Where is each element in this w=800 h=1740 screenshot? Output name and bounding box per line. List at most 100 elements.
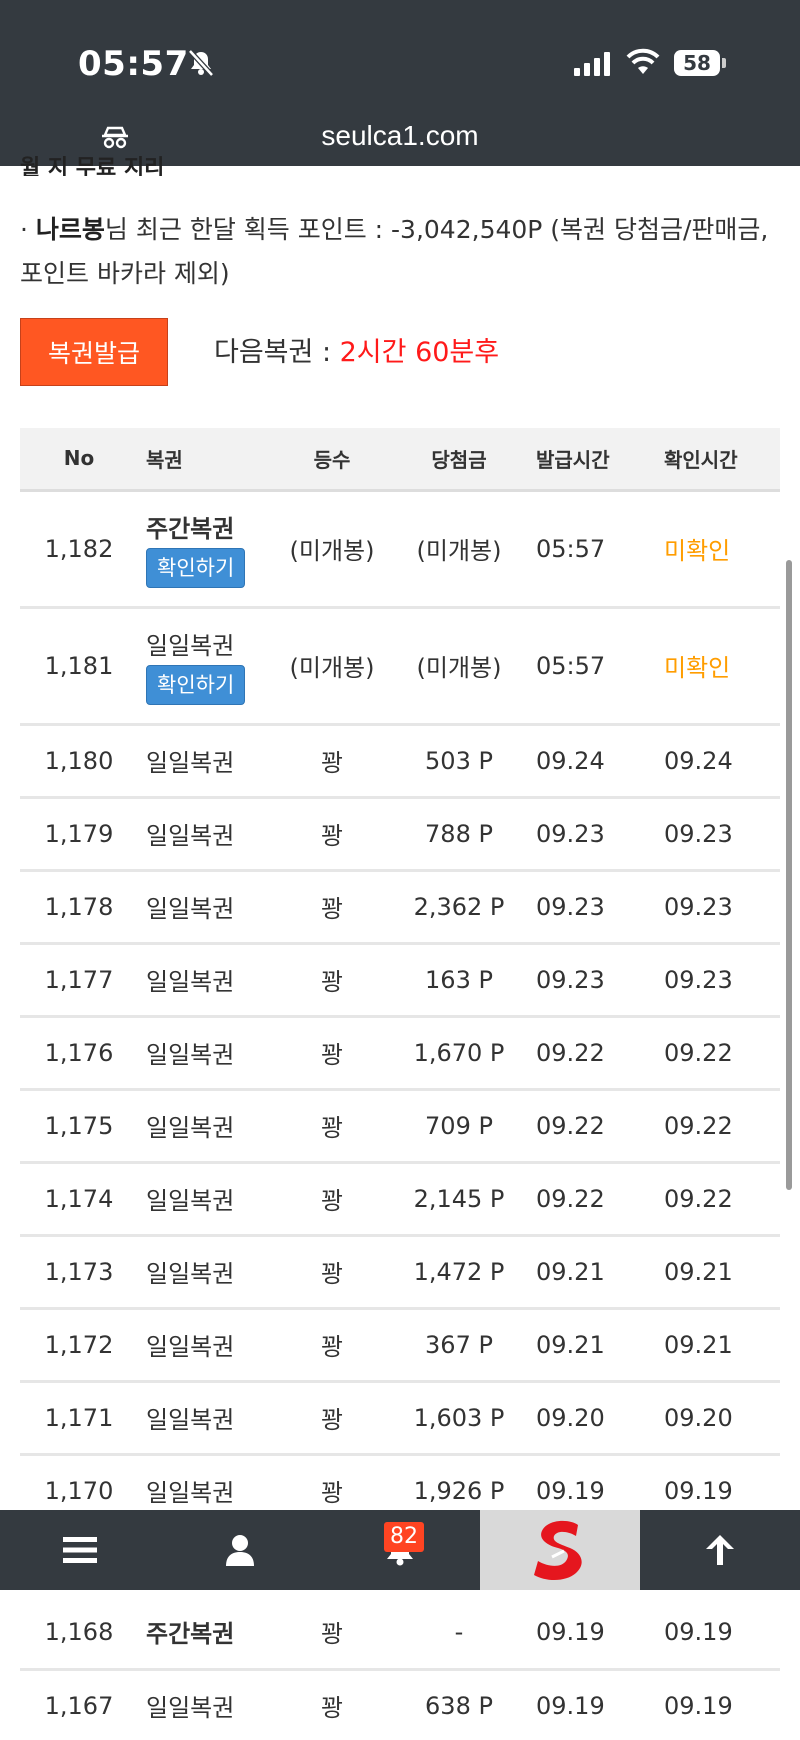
battery-indicator: 58 bbox=[674, 50, 720, 76]
table-row: 1,171 일일복권 꽝 1,603 P 09.20 09.20 bbox=[20, 1381, 780, 1456]
header-type: 복권 bbox=[138, 428, 266, 492]
cell-type: 일일복권 bbox=[138, 870, 266, 945]
next-lottery-label: 다음복권 : bbox=[214, 337, 340, 368]
cell-checked: 09.23 bbox=[646, 797, 780, 872]
cell-rank: 꽝 bbox=[266, 724, 398, 799]
cell-signal-icon bbox=[574, 52, 610, 76]
cell-no: 1,180 bbox=[20, 724, 138, 799]
cell-prize: 788 P bbox=[398, 797, 520, 872]
cell-no: 1,173 bbox=[20, 1235, 138, 1310]
cell-prize: 2,362 P bbox=[398, 870, 520, 945]
cell-type: 일일복권 bbox=[138, 1308, 266, 1383]
cell-issued: 09.21 bbox=[520, 1235, 646, 1310]
arrow-up-icon bbox=[706, 1535, 734, 1565]
next-lottery-countdown: 2시간 60분후 bbox=[339, 337, 500, 368]
cell-issued: 09.22 bbox=[520, 1016, 646, 1091]
cell-no: 1,171 bbox=[20, 1381, 138, 1456]
scroll-top-button[interactable] bbox=[640, 1510, 800, 1590]
cell-prize: 638 P bbox=[398, 1669, 520, 1740]
cell-checked: 09.21 bbox=[646, 1235, 780, 1310]
cell-no: 1,177 bbox=[20, 943, 138, 1018]
cell-type: 주간복권 bbox=[138, 1596, 266, 1671]
table-row: 1,182 주간복권 확인하기 (미개봉) (미개봉) 05:57 미확인 bbox=[20, 490, 780, 609]
table-row: 1,168 주간복권 꽝 - 09.19 09.19 bbox=[20, 1596, 780, 1671]
cell-type: 일일복권 bbox=[138, 1089, 266, 1164]
site-logo-icon bbox=[534, 1520, 582, 1581]
cell-no: 1,175 bbox=[20, 1089, 138, 1164]
cell-issued: 09.19 bbox=[520, 1669, 646, 1740]
check-button[interactable]: 확인하기 bbox=[146, 548, 246, 588]
cell-issued: 09.23 bbox=[520, 797, 646, 872]
header-no: No bbox=[20, 428, 138, 492]
cell-checked: 09.23 bbox=[646, 943, 780, 1018]
points-username: 나르봉 bbox=[35, 215, 105, 244]
next-lottery-info: 다음복권 : 2시간 60분후 bbox=[214, 330, 499, 369]
user-button[interactable] bbox=[160, 1510, 320, 1590]
header-rank: 등수 bbox=[266, 428, 398, 492]
cell-issued: 09.19 bbox=[520, 1596, 646, 1671]
cell-rank: 꽝 bbox=[266, 1381, 398, 1456]
cell-rank: 꽝 bbox=[266, 1308, 398, 1383]
cell-no: 1,174 bbox=[20, 1162, 138, 1237]
cell-issued: 09.20 bbox=[520, 1381, 646, 1456]
issue-lottery-button[interactable]: 복권발급 bbox=[20, 318, 168, 386]
lottery-table-continued: 1,168 주간복권 꽝 - 09.19 09.19 1,167 일일복권 꽝 … bbox=[20, 1596, 780, 1740]
bottom-nav: 82 bbox=[0, 1510, 800, 1590]
notification-badge: 82 bbox=[384, 1522, 424, 1552]
header-checked: 확인시간 bbox=[646, 428, 780, 492]
cell-issued: 09.21 bbox=[520, 1308, 646, 1383]
cell-type: 일일복권 bbox=[138, 1235, 266, 1310]
cell-type: 일일복권 bbox=[138, 1162, 266, 1237]
cell-rank: 꽝 bbox=[266, 1235, 398, 1310]
check-button[interactable]: 확인하기 bbox=[146, 665, 246, 705]
cell-checked: 미확인 bbox=[646, 607, 780, 726]
table-row: 1,180 일일복권 꽝 503 P 09.24 09.24 bbox=[20, 724, 780, 799]
cell-rank: 꽝 bbox=[266, 1162, 398, 1237]
cell-checked: 09.19 bbox=[646, 1596, 780, 1671]
cell-no: 1,181 bbox=[20, 607, 138, 726]
cell-type: 일일복권 bbox=[138, 724, 266, 799]
cell-rank: 꽝 bbox=[266, 1669, 398, 1740]
cell-rank: (미개봉) bbox=[266, 607, 398, 726]
cell-prize: (미개봉) bbox=[398, 607, 520, 726]
cell-issued: 09.24 bbox=[520, 724, 646, 799]
table-row: 1,178 일일복권 꽝 2,362 P 09.23 09.23 bbox=[20, 870, 780, 945]
table-row: 1,175 일일복권 꽝 709 P 09.22 09.22 bbox=[20, 1089, 780, 1164]
table-header-row: No 복권 등수 당첨금 발급시간 확인시간 bbox=[20, 428, 780, 492]
cell-no: 1,176 bbox=[20, 1016, 138, 1091]
notification-button[interactable]: 82 bbox=[320, 1510, 480, 1590]
cell-prize: 1,472 P bbox=[398, 1235, 520, 1310]
truncated-heading: 월 지 무료 지리 bbox=[20, 156, 165, 176]
cell-checked: 09.23 bbox=[646, 870, 780, 945]
cell-no: 1,182 bbox=[20, 490, 138, 609]
cell-checked: 09.22 bbox=[646, 1016, 780, 1091]
cell-rank: 꽝 bbox=[266, 943, 398, 1018]
lottery-type: 일일복권 bbox=[146, 632, 235, 660]
cell-prize: (미개봉) bbox=[398, 490, 520, 609]
cell-type: 일일복권 bbox=[138, 1016, 266, 1091]
cell-checked: 09.22 bbox=[646, 1162, 780, 1237]
site-logo-button[interactable] bbox=[480, 1510, 640, 1590]
table-row: 1,176 일일복권 꽝 1,670 P 09.22 09.22 bbox=[20, 1016, 780, 1091]
table-row: 1,167 일일복권 꽝 638 P 09.19 09.19 bbox=[20, 1669, 780, 1740]
cell-type: 일일복권 bbox=[138, 1381, 266, 1456]
cell-rank: 꽝 bbox=[266, 797, 398, 872]
cell-prize: 2,145 P bbox=[398, 1162, 520, 1237]
cell-type: 일일복권 확인하기 bbox=[138, 607, 266, 726]
table-row: 1,181 일일복권 확인하기 (미개봉) (미개봉) 05:57 미확인 bbox=[20, 607, 780, 726]
bullet: · bbox=[20, 215, 36, 244]
cell-prize: 709 P bbox=[398, 1089, 520, 1164]
cell-issued: 09.22 bbox=[520, 1162, 646, 1237]
cell-rank: 꽝 bbox=[266, 870, 398, 945]
battery-nub bbox=[722, 58, 726, 68]
cell-rank: 꽝 bbox=[266, 1596, 398, 1671]
cell-no: 1,178 bbox=[20, 870, 138, 945]
url-bar[interactable]: seulca1.com bbox=[0, 120, 800, 152]
cell-type: 일일복권 bbox=[138, 943, 266, 1018]
cell-checked: 09.22 bbox=[646, 1089, 780, 1164]
cell-rank: (미개봉) bbox=[266, 490, 398, 609]
cell-prize: 163 P bbox=[398, 943, 520, 1018]
menu-button[interactable] bbox=[0, 1510, 160, 1590]
page-scrollbar[interactable] bbox=[786, 560, 792, 1190]
table-row: 1,173 일일복권 꽝 1,472 P 09.21 09.21 bbox=[20, 1235, 780, 1310]
